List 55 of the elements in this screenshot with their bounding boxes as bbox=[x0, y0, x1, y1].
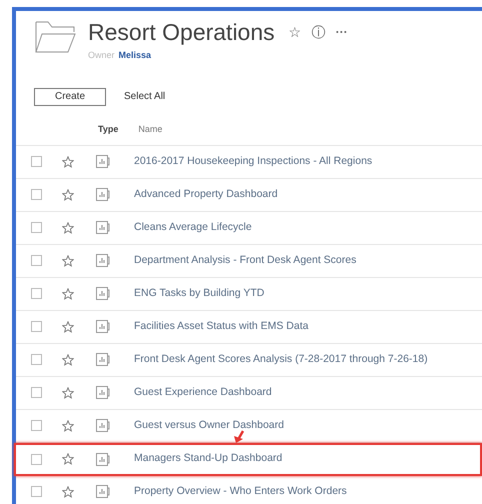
chart-icon bbox=[96, 419, 110, 432]
chart-icon bbox=[96, 452, 110, 466]
workbook-link[interactable]: ENG Tasks by Building YTD bbox=[134, 286, 264, 302]
checkbox[interactable] bbox=[31, 222, 42, 233]
checkbox[interactable] bbox=[31, 156, 42, 167]
chart-icon bbox=[96, 386, 110, 399]
workbook-link[interactable]: Facilities Asset Status with EMS Data bbox=[134, 318, 308, 334]
chart-icon bbox=[96, 221, 110, 234]
checkbox[interactable] bbox=[31, 255, 42, 266]
star-icon[interactable] bbox=[62, 386, 74, 398]
star-icon[interactable] bbox=[62, 320, 74, 332]
owner-label: Owner bbox=[88, 49, 115, 62]
workbook-link[interactable]: Cleans Average Lifecycle bbox=[134, 220, 252, 236]
checkbox[interactable] bbox=[31, 486, 42, 497]
checkbox[interactable] bbox=[31, 387, 42, 398]
star-icon[interactable] bbox=[62, 254, 74, 266]
chart-icon bbox=[96, 155, 110, 168]
page-title: Resort Operations bbox=[88, 18, 275, 47]
select-all-button[interactable]: Select All bbox=[124, 89, 166, 104]
star-icon[interactable] bbox=[62, 420, 74, 432]
checkbox[interactable] bbox=[31, 420, 42, 431]
chart-icon bbox=[96, 320, 110, 333]
workbook-link[interactable]: Property Overview - Who Enters Work Orders bbox=[134, 484, 347, 500]
workbook-link[interactable]: Advanced Property Dashboard bbox=[134, 186, 278, 202]
workbook-link[interactable]: Guest versus Owner Dashboard bbox=[134, 418, 284, 434]
more-button[interactable]: ··· bbox=[336, 23, 348, 41]
checkbox[interactable] bbox=[31, 288, 42, 299]
chart-icon bbox=[96, 485, 110, 498]
column-header[interactable]: Type bbox=[98, 123, 118, 137]
checkbox[interactable] bbox=[31, 189, 42, 200]
workbook-link[interactable]: Department Analysis - Front Desk Agent Scores bbox=[134, 252, 356, 268]
star-icon[interactable] bbox=[62, 354, 74, 366]
star-button[interactable]: ☆ bbox=[288, 22, 302, 42]
checkbox[interactable] bbox=[31, 454, 42, 464]
star-icon[interactable] bbox=[62, 222, 74, 234]
chart-icon bbox=[96, 188, 110, 201]
chart-icon bbox=[96, 353, 110, 366]
star-icon[interactable] bbox=[62, 453, 74, 465]
star-icon[interactable] bbox=[62, 156, 74, 168]
workbook-link[interactable]: Guest Experience Dashboard bbox=[134, 384, 272, 400]
chart-icon bbox=[96, 287, 110, 300]
owner-link[interactable]: Melissa bbox=[118, 49, 152, 62]
checkbox[interactable] bbox=[31, 321, 42, 332]
info-button[interactable]: ⓘ bbox=[312, 22, 326, 42]
chart-icon bbox=[96, 254, 110, 267]
workbook-link[interactable]: Front Desk Agent Scores Analysis (7-28-2017 through 7-26-18) bbox=[134, 352, 428, 368]
star-icon[interactable] bbox=[62, 486, 74, 498]
workbook-link[interactable]: 2016-2017 Housekeeping Inspections - All Regions bbox=[134, 154, 372, 170]
folder-icon bbox=[34, 20, 76, 54]
column-header[interactable]: Name bbox=[138, 123, 162, 137]
star-icon[interactable] bbox=[62, 188, 74, 200]
checkbox[interactable] bbox=[31, 354, 42, 365]
workbook-link[interactable]: Managers Stand-Up Dashboard bbox=[134, 451, 282, 467]
create-button[interactable]: Create bbox=[34, 88, 106, 106]
star-icon[interactable] bbox=[62, 288, 74, 300]
